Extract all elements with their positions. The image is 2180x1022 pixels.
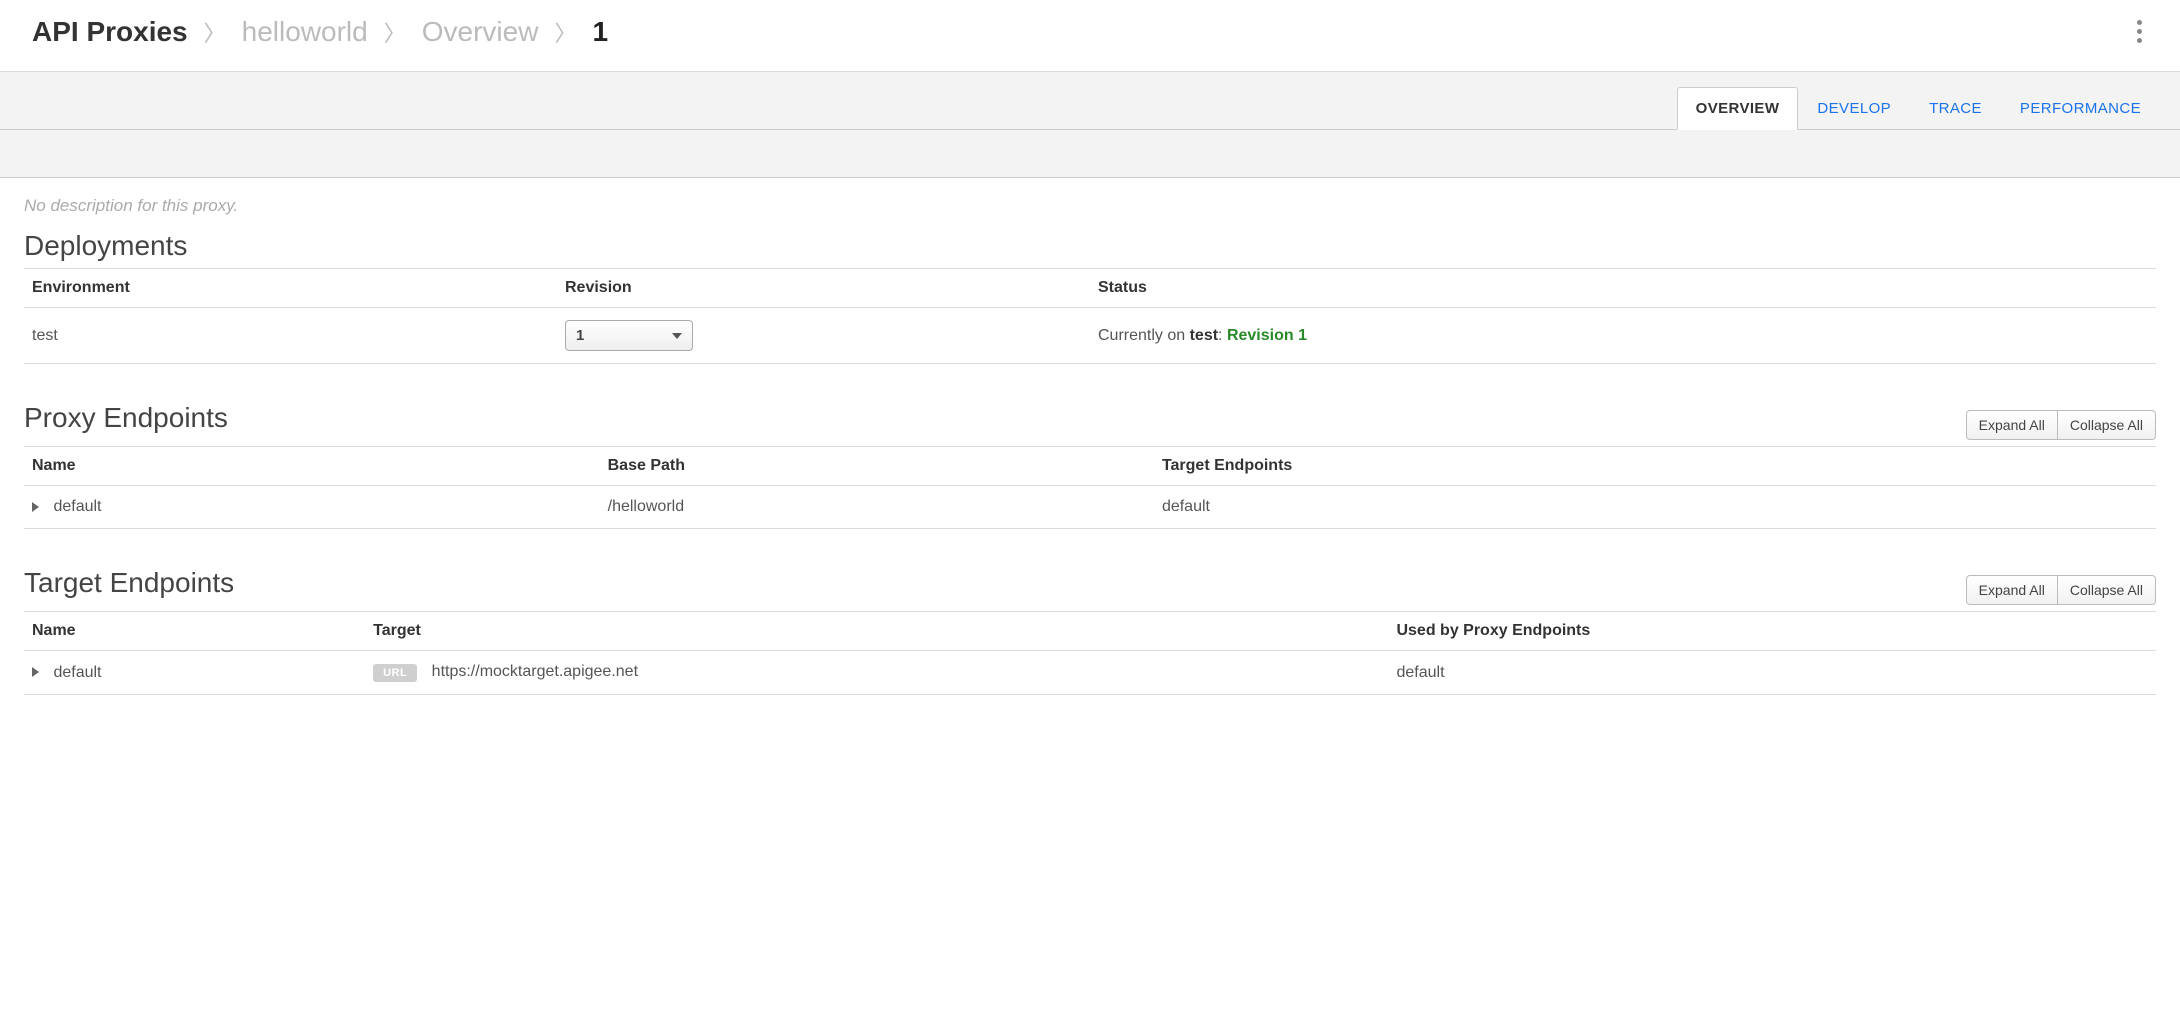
breadcrumb-revision: 1 — [592, 16, 608, 48]
caret-down-icon — [672, 333, 682, 339]
target-endpoints-table: Name Target Used by Proxy Endpoints defa… — [24, 611, 2156, 695]
proxy-endpoints-header-target: Target Endpoints — [1154, 447, 2156, 486]
proxy-endpoints-header-name: Name — [24, 447, 600, 486]
proxy-endpoints-table: Name Base Path Target Endpoints default … — [24, 446, 2156, 529]
target-endpoints-toggle-group: Expand All Collapse All — [1966, 575, 2156, 605]
proxy-description-placeholder: No description for this proxy. — [24, 196, 2156, 216]
breadcrumb: API Proxies 〉 helloworld 〉 Overview 〉 1 — [32, 16, 608, 48]
target-endpoints-header-usedby: Used by Proxy Endpoints — [1388, 612, 2156, 651]
revision-selected-value: 1 — [576, 327, 584, 344]
table-row: default URL https://mocktarget.apigee.ne… — [24, 651, 2156, 695]
target-endpoints-header-name: Name — [24, 612, 365, 651]
status-revision: Revision 1 — [1227, 327, 1307, 344]
proxy-endpoints-toggle-group: Expand All Collapse All — [1966, 410, 2156, 440]
deployments-header-revision: Revision — [557, 269, 1090, 308]
revision-select[interactable]: 1 — [565, 320, 693, 351]
tab-develop[interactable]: DEVELOP — [1798, 87, 1910, 130]
expand-all-button[interactable]: Expand All — [1966, 410, 2058, 440]
sub-toolbar — [0, 130, 2180, 178]
target-endpoint-name: default — [53, 664, 101, 681]
proxy-endpoint-name: default — [53, 498, 101, 515]
tab-trace[interactable]: TRACE — [1910, 87, 2001, 130]
table-row: default /helloworld default — [24, 486, 2156, 529]
proxy-endpoint-basepath: /helloworld — [600, 486, 1154, 529]
page-header: API Proxies 〉 helloworld 〉 Overview 〉 1 — [0, 0, 2180, 72]
deployments-header-environment: Environment — [24, 269, 557, 308]
breadcrumb-section[interactable]: Overview — [422, 16, 539, 48]
section-title-proxy-endpoints: Proxy Endpoints — [24, 402, 228, 434]
deployment-environment: test — [24, 308, 557, 364]
proxy-endpoints-header-basepath: Base Path — [600, 447, 1154, 486]
collapse-all-button[interactable]: Collapse All — [2058, 410, 2156, 440]
status-env-name: test — [1190, 327, 1218, 344]
target-endpoint-usedby: default — [1388, 651, 2156, 695]
section-title-target-endpoints: Target Endpoints — [24, 567, 234, 599]
tab-overview[interactable]: OVERVIEW — [1677, 87, 1799, 130]
kebab-menu-icon[interactable] — [2131, 14, 2148, 49]
chevron-right-icon: 〉 — [554, 16, 576, 48]
target-endpoints-header-target: Target — [365, 612, 1388, 651]
section-title-deployments: Deployments — [24, 230, 2156, 262]
collapse-all-button[interactable]: Collapse All — [2058, 575, 2156, 605]
url-badge: URL — [373, 664, 417, 682]
chevron-right-icon: 〉 — [384, 16, 406, 48]
status-separator: : — [1218, 327, 1227, 344]
tab-performance[interactable]: PERFORMANCE — [2001, 87, 2160, 130]
expand-all-button[interactable]: Expand All — [1966, 575, 2058, 605]
content-area: No description for this proxy. Deploymen… — [0, 178, 2180, 713]
chevron-right-icon: 〉 — [204, 16, 226, 48]
table-row: test 1 Currently on test: Revision 1 — [24, 308, 2156, 364]
expand-triangle-icon[interactable] — [32, 667, 39, 677]
breadcrumb-proxy[interactable]: helloworld — [242, 16, 368, 48]
proxy-endpoint-target: default — [1154, 486, 2156, 529]
tabs-bar: OVERVIEW DEVELOP TRACE PERFORMANCE — [0, 72, 2180, 130]
deployments-table: Environment Revision Status test 1 Cur — [24, 268, 2156, 364]
expand-triangle-icon[interactable] — [32, 502, 39, 512]
deployment-status: Currently on test: Revision 1 — [1090, 308, 2156, 364]
target-endpoint-url: https://mocktarget.apigee.net — [432, 663, 638, 680]
breadcrumb-root[interactable]: API Proxies — [32, 16, 188, 48]
status-prefix: Currently on — [1098, 327, 1190, 344]
deployments-header-status: Status — [1090, 269, 2156, 308]
